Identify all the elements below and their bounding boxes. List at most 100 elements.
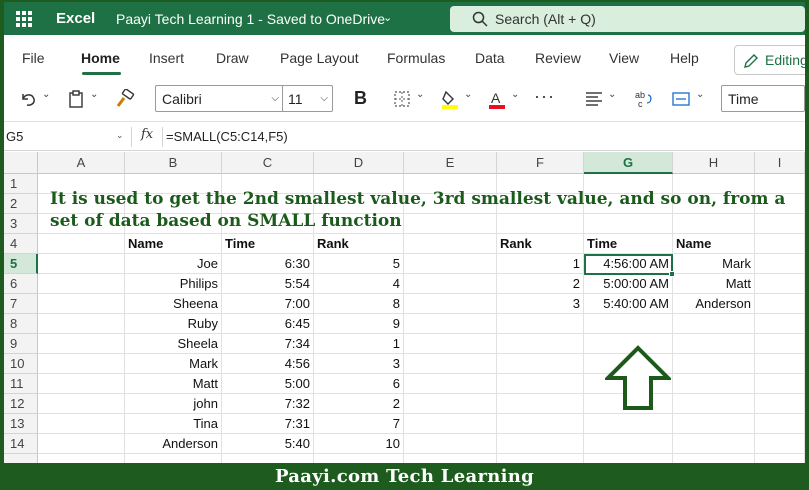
table-cell[interactable]: 6:30 [222, 254, 314, 274]
column-header-b[interactable]: B [125, 152, 222, 174]
row-header-2[interactable]: 2 [4, 194, 38, 214]
table-cell[interactable]: 7:00 [222, 294, 314, 314]
row-header-13[interactable]: 13 [4, 414, 38, 434]
row-header-8[interactable]: 8 [4, 314, 38, 334]
font-color-icon[interactable]: A [487, 89, 507, 109]
tab-review[interactable]: Review [535, 50, 581, 66]
table-cell[interactable]: 9 [314, 314, 404, 334]
font-size-dropdown[interactable]: 11 ⌵ [282, 85, 333, 112]
row-header-4[interactable]: 4 [4, 234, 38, 254]
table-cell[interactable]: 6:45 [222, 314, 314, 334]
table-cell[interactable]: 7:31 [222, 414, 314, 434]
number-format-dropdown[interactable]: Time [721, 85, 805, 112]
chevron-down-icon[interactable]: ⌄ [416, 89, 424, 100]
select-all-corner[interactable] [4, 152, 38, 174]
table-cell[interactable]: 5:54 [222, 274, 314, 294]
chevron-down-icon[interactable]: ⌄ [90, 89, 98, 100]
row-header-9[interactable]: 9 [4, 334, 38, 354]
bold-button[interactable]: B [354, 88, 367, 109]
tab-formulas[interactable]: Formulas [387, 50, 445, 66]
tab-data[interactable]: Data [475, 50, 505, 66]
name-box[interactable]: G5 ⌄ [4, 126, 126, 148]
table-cell[interactable]: Anderson [673, 294, 755, 314]
column-header-f[interactable]: F [497, 152, 584, 174]
column-header-a[interactable]: A [38, 152, 125, 174]
table-cell[interactable]: Tina [125, 414, 222, 434]
tab-help[interactable]: Help [670, 50, 699, 66]
table-cell[interactable]: Matt [673, 274, 755, 294]
chevron-down-icon[interactable]: ⌄ [696, 89, 704, 100]
fill-handle[interactable] [669, 271, 675, 277]
table-cell[interactable]: 8 [314, 294, 404, 314]
table-cell[interactable]: 5:40:00 AM [584, 294, 673, 314]
table-cell[interactable]: 3 [497, 294, 584, 314]
more-icon[interactable]: ··· [534, 86, 555, 107]
search-box[interactable]: Search (Alt + Q) [450, 6, 805, 32]
merge-icon[interactable] [671, 89, 691, 109]
tab-file[interactable]: File [22, 50, 45, 66]
tab-draw[interactable]: Draw [216, 50, 249, 66]
table-cell[interactable]: 7:32 [222, 394, 314, 414]
undo-icon[interactable] [18, 89, 38, 109]
row-header-6[interactable]: 6 [4, 274, 38, 294]
document-title[interactable]: Paayi Tech Learning 1 - Saved to OneDriv… [116, 11, 385, 27]
column-header-d[interactable]: D [314, 152, 404, 174]
table-cell[interactable]: 4:56 [222, 354, 314, 374]
tab-page-layout[interactable]: Page Layout [280, 50, 359, 66]
row-header-3[interactable]: 3 [4, 214, 38, 234]
table-cell[interactable]: Philips [125, 274, 222, 294]
tab-view[interactable]: View [609, 50, 639, 66]
table-cell[interactable]: 5 [314, 254, 404, 274]
row-header-1[interactable]: 1 [4, 174, 38, 194]
align-icon[interactable] [584, 89, 604, 109]
table-header-cell[interactable]: Name [673, 234, 755, 254]
wrap-text-icon[interactable]: ab c [634, 89, 654, 109]
row-header-7[interactable]: 7 [4, 294, 38, 314]
table-header-cell[interactable]: Time [222, 234, 314, 254]
app-launcher-icon[interactable] [16, 11, 32, 27]
row-header-5[interactable]: 5 [4, 254, 38, 274]
table-cell[interactable]: 1 [314, 334, 404, 354]
table-cell[interactable]: 3 [314, 354, 404, 374]
table-header-cell[interactable]: Rank [314, 234, 404, 254]
table-cell[interactable]: 10 [314, 434, 404, 454]
column-header-g[interactable]: G [584, 152, 673, 174]
table-cell[interactable]: 6 [314, 374, 404, 394]
chevron-down-icon[interactable]: ⌄ [511, 89, 519, 100]
table-cell[interactable]: Sheela [125, 334, 222, 354]
table-cell[interactable]: 1 [497, 254, 584, 274]
paste-icon[interactable] [66, 89, 86, 109]
table-header-cell[interactable]: Rank [497, 234, 584, 254]
tab-insert[interactable]: Insert [149, 50, 184, 66]
table-cell[interactable]: 4 [314, 274, 404, 294]
format-painter-icon[interactable] [115, 89, 135, 109]
table-header-cell[interactable]: Name [125, 234, 222, 254]
chevron-down-icon[interactable]: ⌄ [383, 11, 392, 24]
column-header-h[interactable]: H [673, 152, 755, 174]
table-cell[interactable]: Mark [673, 254, 755, 274]
app-name[interactable]: Excel [56, 10, 95, 27]
table-cell[interactable]: Matt [125, 374, 222, 394]
table-cell[interactable]: 5:00 [222, 374, 314, 394]
tab-home[interactable]: Home [81, 50, 120, 66]
table-cell[interactable]: 7 [314, 414, 404, 434]
insert-function-button[interactable]: fx [141, 127, 153, 142]
column-header-i[interactable]: I [755, 152, 805, 174]
chevron-down-icon[interactable]: ⌄ [464, 89, 472, 100]
table-cell[interactable]: Ruby [125, 314, 222, 334]
table-cell[interactable]: Anderson [125, 434, 222, 454]
row-header-12[interactable]: 12 [4, 394, 38, 414]
row-header-14[interactable]: 14 [4, 434, 38, 454]
fill-color-icon[interactable] [440, 89, 460, 109]
table-cell[interactable]: Joe [125, 254, 222, 274]
table-cell[interactable]: Mark [125, 354, 222, 374]
row-header-10[interactable]: 10 [4, 354, 38, 374]
chevron-down-icon[interactable]: ⌄ [608, 89, 616, 100]
table-header-cell[interactable]: Time [584, 234, 673, 254]
table-cell[interactable]: 2 [314, 394, 404, 414]
borders-icon[interactable] [392, 89, 412, 109]
column-header-e[interactable]: E [404, 152, 497, 174]
editing-mode-button[interactable]: Editing [734, 45, 805, 75]
table-cell[interactable]: Sheena [125, 294, 222, 314]
formula-input[interactable]: =SMALL(C5:C14,F5) [166, 129, 288, 144]
